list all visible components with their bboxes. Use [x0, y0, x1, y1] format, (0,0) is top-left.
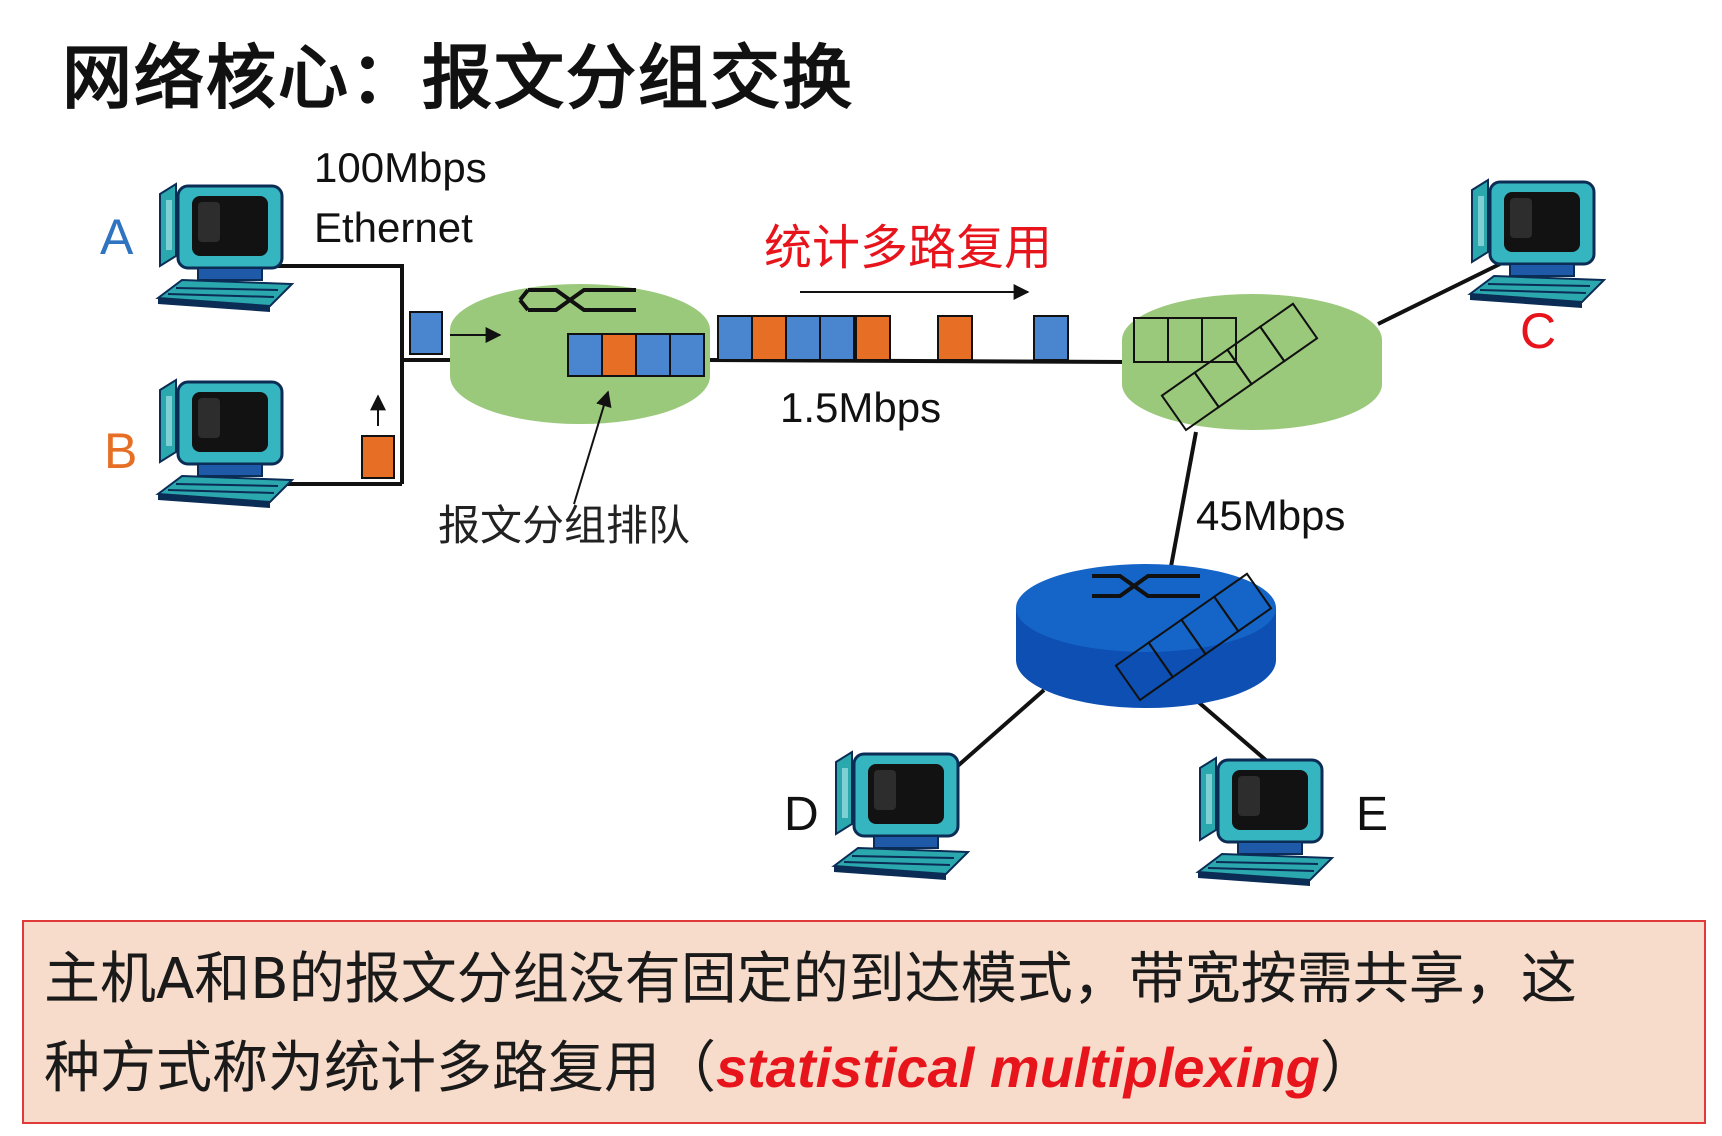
note-line-2: 种方式称为统计多路复用（statistical multiplexing） [44, 1024, 1704, 1113]
router-3 [1016, 564, 1276, 708]
packet-from-a [409, 311, 443, 355]
core-packets [717, 315, 1069, 361]
computer-c-icon [1468, 178, 1606, 310]
lower-rate: 45Mbps [1196, 492, 1345, 539]
core-rate: 1.5Mbps [780, 384, 941, 431]
note-line-1: 主机A和B的报文分组没有固定的到达模式，带宽按需共享，这 [44, 947, 1577, 1012]
computer-e-icon [1196, 756, 1334, 888]
computer-a-icon [156, 182, 294, 314]
host-c-label: C [1520, 303, 1556, 359]
packet-from-b [361, 435, 395, 479]
summary-note: 主机A和B的报文分组没有固定的到达模式，带宽按需共享，这 种方式称为统计多路复用… [22, 920, 1706, 1124]
note-line-2-pre: 种方式称为统计多路复用（ [44, 1036, 716, 1101]
host-d-label: D [784, 788, 819, 841]
router-1 [450, 284, 710, 424]
computer-d-icon [832, 750, 970, 882]
ethernet-rate: 100Mbps [314, 144, 487, 191]
computer-b-icon [156, 378, 294, 510]
host-b-label: B [104, 423, 137, 479]
stat-mux-label: 统计多路复用 [764, 220, 1052, 276]
note-emphasis: statistical multiplexing [716, 1036, 1320, 1099]
note-line-2-post: ） [1319, 1036, 1376, 1101]
link-45 [1168, 431, 1198, 573]
ethernet-name: Ethernet [314, 204, 473, 251]
host-e-label: E [1356, 788, 1388, 841]
queue-label: 报文分组排队 [438, 501, 690, 550]
router-2 [1122, 294, 1382, 432]
host-a-label: A [100, 209, 134, 265]
